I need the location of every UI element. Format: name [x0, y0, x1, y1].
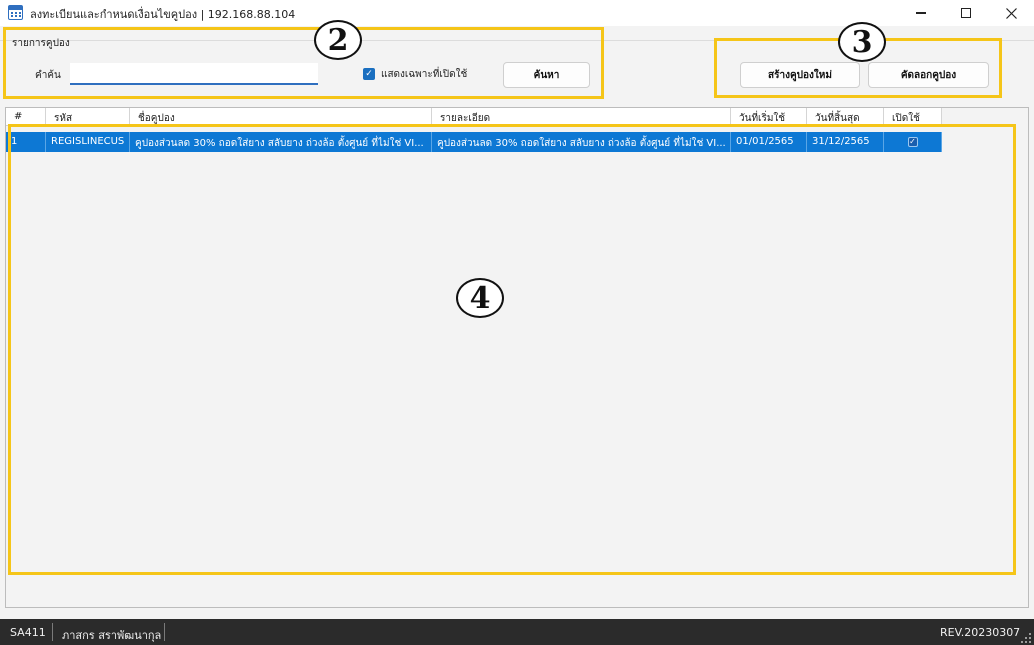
window-title: ลงทะเบียนและกำหนดเงื่อนไขคูปอง | 192.168…: [30, 8, 296, 21]
revision-label: REV.20230307: [940, 626, 1021, 639]
user-name: ภาสกร สราพัฒนากุล: [62, 629, 162, 642]
checkmark-icon: ✓: [365, 68, 373, 79]
annotation-badge-4: 4: [456, 278, 504, 318]
resize-grip-icon[interactable]: [1021, 633, 1032, 644]
cell-code[interactable]: REGISLINECUS: [46, 132, 130, 152]
maximize-button[interactable]: [943, 0, 989, 26]
coupon-list-group-label: รายการคูปอง: [12, 38, 70, 49]
grid-header: # รหัส ชื่อคูปอง รายละเอียด วันที่เริ่มใ…: [6, 108, 942, 126]
minimize-button[interactable]: [898, 0, 944, 26]
cell-start-date[interactable]: 01/01/2565: [731, 132, 807, 152]
status-divider: [164, 623, 165, 641]
annotation-badge-2: 2: [314, 20, 362, 60]
active-only-label[interactable]: แสดงเฉพาะที่เปิดใช้: [381, 67, 467, 82]
column-header-code[interactable]: รหัส: [46, 108, 130, 126]
column-header-enabled[interactable]: เปิดใช้: [884, 108, 942, 126]
maximize-icon: [961, 8, 971, 18]
coupon-grid[interactable]: # รหัส ชื่อคูปอง รายละเอียด วันที่เริ่มใ…: [5, 107, 1029, 608]
enabled-checkbox[interactable]: ✓: [907, 137, 918, 147]
branch-code: SA411: [10, 626, 46, 639]
cell-detail[interactable]: คูปองส่วนลด 30% ถอดใส่ยาง สลับยาง ถ่วงล้…: [432, 132, 731, 152]
calendar-app-icon: [8, 5, 23, 20]
column-header-end-date[interactable]: วันที่สิ้นสุด: [807, 108, 884, 126]
table-row[interactable]: 1 REGISLINECUS คูปองส่วนลด 30% ถอดใส่ยาง…: [6, 132, 942, 152]
annotation-badge-3: 3: [838, 22, 886, 62]
search-label: คำค้น: [35, 70, 61, 81]
column-header-start-date[interactable]: วันที่เริ่มใช้: [731, 108, 807, 126]
cell-enabled[interactable]: ✓: [884, 132, 942, 152]
cell-number[interactable]: 1: [6, 132, 46, 152]
column-header-detail[interactable]: รายละเอียด: [432, 108, 731, 126]
status-divider: [52, 623, 53, 641]
create-coupon-button[interactable]: สร้างคูปองใหม่: [740, 62, 860, 88]
column-header-number[interactable]: #: [6, 108, 46, 126]
cell-name[interactable]: คูปองส่วนลด 30% ถอดใส่ยาง สลับยาง ถ่วงล้…: [130, 132, 432, 152]
copy-coupon-button[interactable]: คัดลอกคูปอง: [868, 62, 989, 88]
search-input[interactable]: [70, 63, 318, 85]
column-header-name[interactable]: ชื่อคูปอง: [130, 108, 432, 126]
close-button[interactable]: [988, 0, 1034, 26]
minimize-icon: [916, 12, 926, 14]
cell-end-date[interactable]: 31/12/2565: [807, 132, 884, 152]
title-bar: ลงทะเบียนและกำหนดเงื่อนไขคูปอง | 192.168…: [0, 0, 1034, 26]
status-bar: SA411 ภาสกร สราพัฒนากุล REV.20230307: [0, 619, 1034, 645]
active-only-checkbox[interactable]: ✓: [363, 68, 375, 80]
search-button[interactable]: ค้นหา: [503, 62, 590, 88]
close-icon: [1005, 7, 1017, 19]
